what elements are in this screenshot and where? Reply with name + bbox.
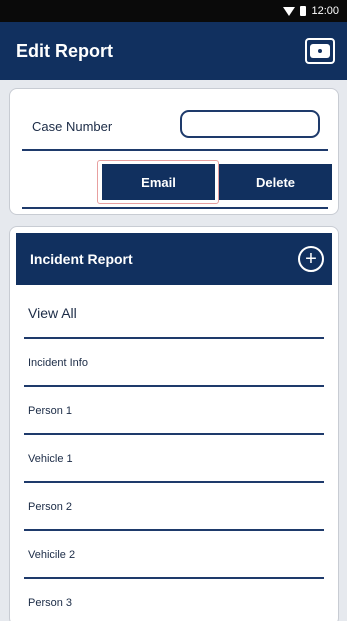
list-item[interactable]: Vehicile 2 <box>16 531 332 579</box>
wifi-icon <box>283 6 296 16</box>
add-button[interactable]: + <box>298 246 324 272</box>
list-item-label: Vehicle 1 <box>28 453 73 465</box>
view-all-item[interactable]: View All <box>16 287 332 339</box>
list-item-label: Person 2 <box>28 501 73 513</box>
list-item[interactable]: Vehicle 1 <box>16 435 332 483</box>
case-number-input[interactable] <box>180 110 320 138</box>
incident-report-title: Incident Report <box>30 251 133 267</box>
divider <box>22 149 328 151</box>
app-bar: Edit Report <box>0 22 347 80</box>
camera-button[interactable] <box>305 38 335 64</box>
list-item[interactable]: Person 1 <box>16 387 332 435</box>
list-item[interactable]: Person 2 <box>16 483 332 531</box>
status-time: 12:00 <box>311 5 339 17</box>
camera-icon <box>310 44 330 58</box>
list-item-label: Incident Info <box>28 357 88 369</box>
list-item[interactable]: Incident Info <box>16 339 332 387</box>
case-number-label: Case Number <box>32 119 113 134</box>
status-bar: 12:00 <box>0 0 347 22</box>
page-title: Edit Report <box>16 40 113 61</box>
delete-button[interactable]: Delete <box>219 164 332 200</box>
list-item-label: Person 3 <box>28 597 73 609</box>
divider <box>22 207 328 209</box>
list-item-label: Person 1 <box>28 405 73 417</box>
incident-report-card: Incident Report + View All Incident Info… <box>9 226 339 621</box>
incident-report-header: Incident Report + <box>16 233 332 285</box>
battery-icon <box>300 6 307 16</box>
case-card: Case Number Email Delete <box>9 88 339 215</box>
list-item-label: Vehicile 2 <box>28 549 76 561</box>
view-all-label: View All <box>28 305 77 321</box>
list-item[interactable]: Person 3 <box>16 579 332 621</box>
email-button[interactable]: Email <box>102 164 215 200</box>
plus-circle-icon: + <box>305 248 317 270</box>
